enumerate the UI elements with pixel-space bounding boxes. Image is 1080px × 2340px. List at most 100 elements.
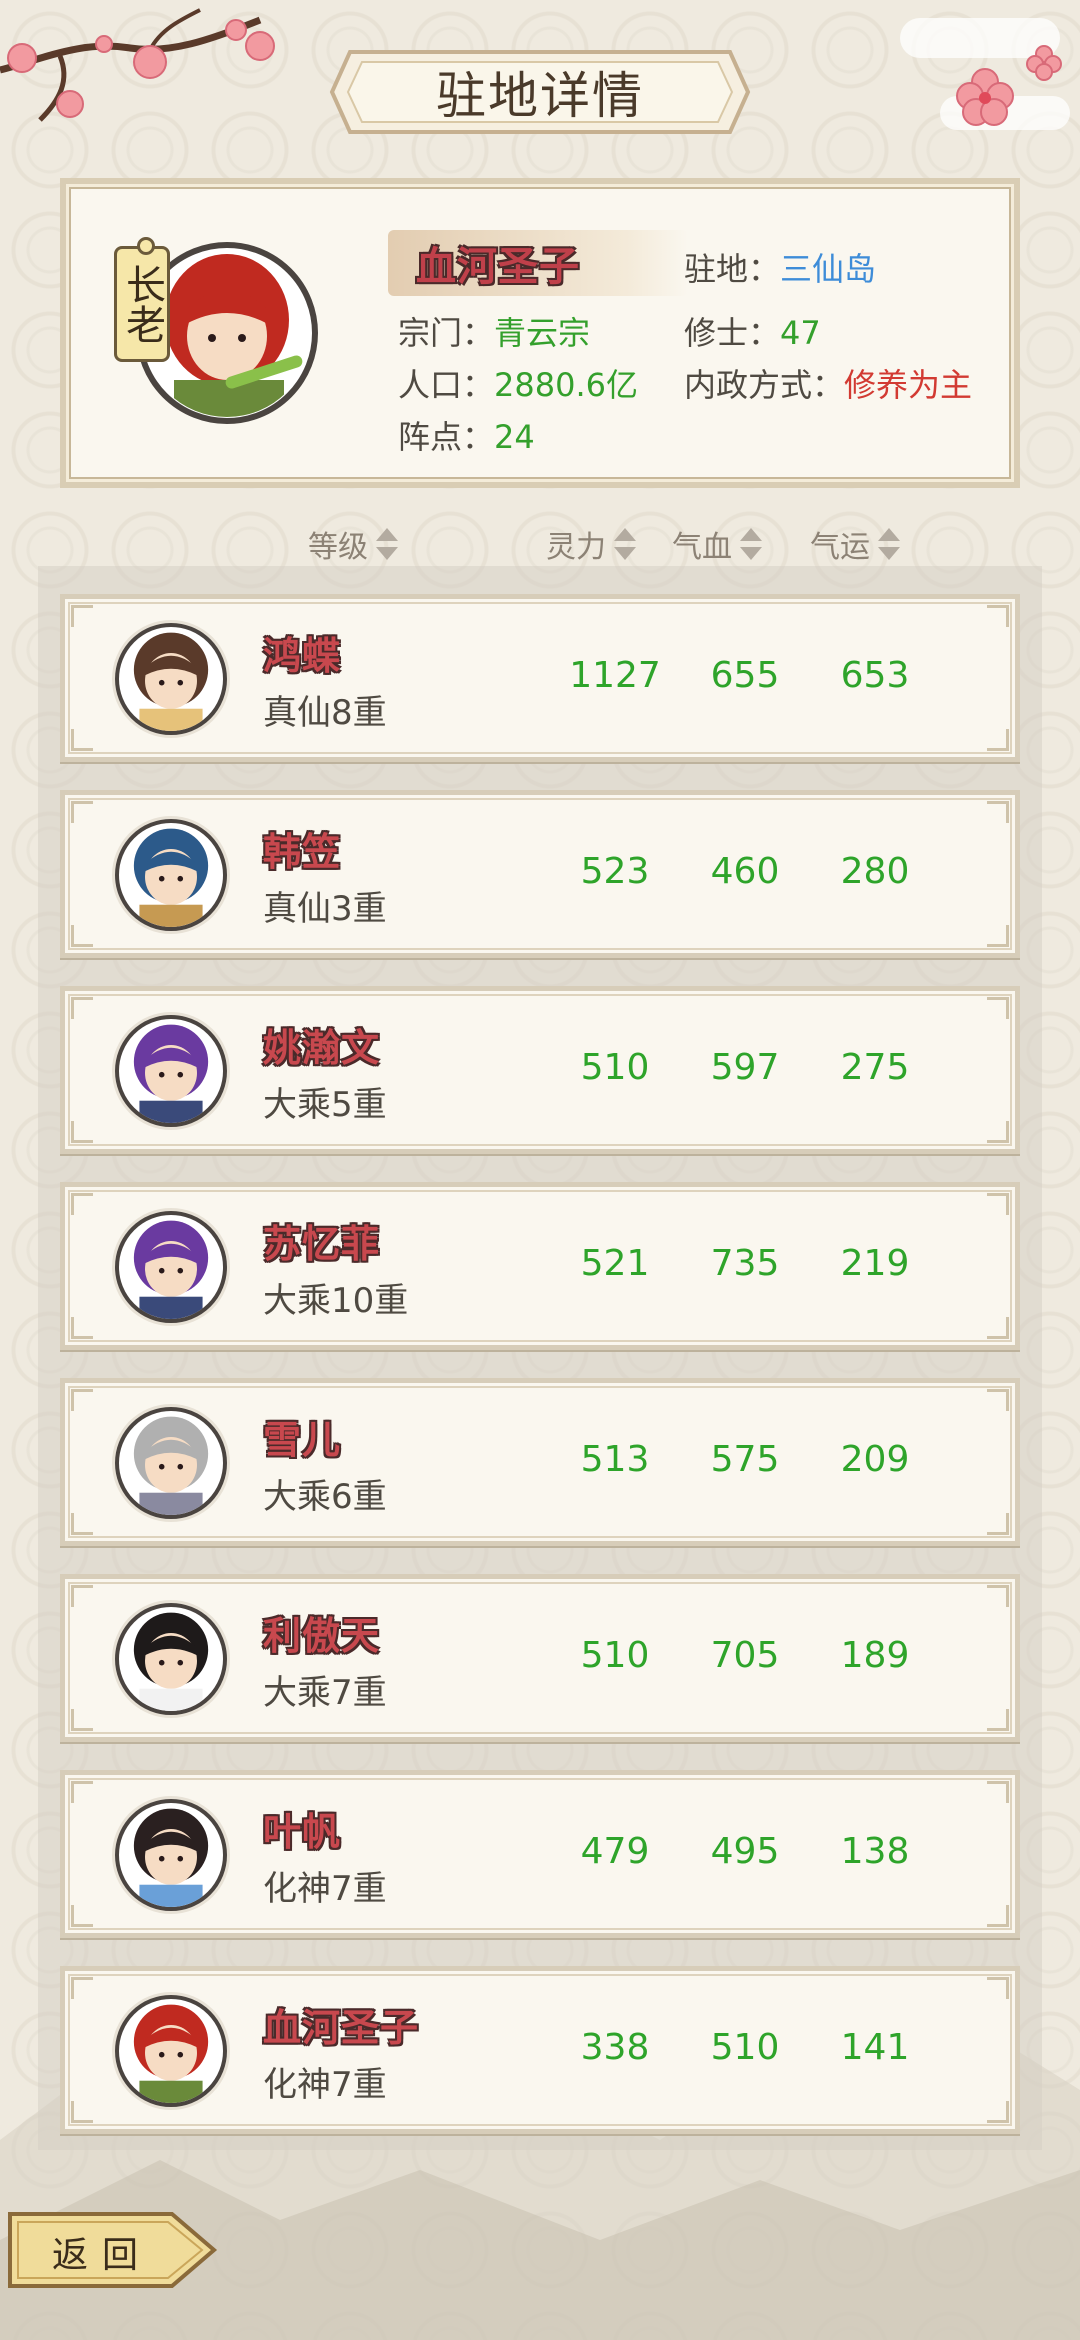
- robe: [139, 1100, 203, 1123]
- frame-corner: [71, 801, 93, 823]
- luck-value: 280: [840, 851, 910, 892]
- frame-corner: [987, 1781, 1009, 1803]
- robe: [139, 1296, 203, 1319]
- sect-row: 宗门：青云宗: [398, 308, 590, 354]
- frame-corner: [987, 1317, 1009, 1339]
- disciple-avatar[interactable]: [115, 1407, 227, 1519]
- disciple-row[interactable]: 姚瀚文 大乘5重 510 597 275: [60, 986, 1020, 1154]
- formation-value: 24: [494, 418, 535, 456]
- robe: [139, 1884, 203, 1907]
- blood-value: 655: [710, 655, 780, 696]
- robe: [139, 708, 203, 731]
- disciple-avatar[interactable]: [115, 623, 227, 735]
- policy-value[interactable]: 修养为主: [844, 366, 972, 404]
- disciple-rank: 化神7重: [263, 1869, 387, 1909]
- disciple-rank: 大乘7重: [263, 1673, 387, 1713]
- location-row: 驻地：三仙岛: [684, 244, 876, 290]
- cultivators-label: 修士：: [684, 314, 781, 352]
- frame-corner: [71, 1905, 93, 1927]
- robe: [139, 1492, 203, 1515]
- character-portrait: [133, 632, 209, 731]
- sort-by-blood[interactable]: 气血: [672, 522, 762, 566]
- blood-value: 705: [710, 1635, 780, 1676]
- population-value: 2880.6亿: [494, 366, 638, 404]
- blood-value: 495: [710, 1831, 780, 1872]
- disciple-avatar[interactable]: [115, 1995, 227, 2107]
- frame-corner: [71, 1977, 93, 1999]
- disciple-avatar[interactable]: [115, 1015, 227, 1127]
- disciple-rank: 大乘5重: [263, 1085, 387, 1125]
- frame-corner: [987, 605, 1009, 627]
- frame-corner: [987, 1977, 1009, 1999]
- blood-header-label: 气血: [672, 530, 732, 565]
- formation-row: 阵点：24: [398, 412, 535, 458]
- disciple-row[interactable]: 血河圣子 化神7重 338 510 141: [60, 1966, 1020, 2134]
- disciple-name: 血河圣子: [263, 2006, 420, 2050]
- elder-badge: 长老: [114, 237, 170, 362]
- spirit-value: 523: [580, 851, 650, 892]
- frame-corner: [71, 1585, 93, 1607]
- disciple-row[interactable]: 利傲天 大乘7重 510 705 189: [60, 1574, 1020, 1742]
- disciple-name: 鸿蝶: [263, 634, 342, 678]
- luck-value: 275: [840, 1047, 910, 1088]
- spirit-value: 510: [580, 1635, 650, 1676]
- population-label: 人口：: [398, 366, 495, 404]
- sect-label: 宗门：: [398, 314, 495, 352]
- robe: [139, 904, 203, 927]
- luck-value: 219: [840, 1243, 910, 1284]
- disciple-row[interactable]: 叶帆 化神7重 479 495 138: [60, 1770, 1020, 1938]
- frame-corner: [71, 1709, 93, 1731]
- frame-corner: [987, 997, 1009, 1019]
- disciple-row[interactable]: 苏忆菲 大乘10重 521 735 219: [60, 1182, 1020, 1350]
- frame-corner: [71, 605, 93, 627]
- frame-corner: [71, 1389, 93, 1411]
- character-portrait: [133, 828, 209, 927]
- disciple-row[interactable]: 韩笠 真仙3重 523 460 280: [60, 790, 1020, 958]
- frame-corner: [987, 1389, 1009, 1411]
- disciple-rank: 化神7重: [263, 2065, 387, 2105]
- blood-value: 460: [710, 851, 780, 892]
- location-value[interactable]: 三仙岛: [780, 250, 876, 288]
- disciple-row[interactable]: 雪儿 大乘6重 513 575 209: [60, 1378, 1020, 1546]
- spirit-value: 510: [580, 1047, 650, 1088]
- spirit-value: 513: [580, 1439, 650, 1480]
- frame-corner: [71, 1121, 93, 1143]
- sort-by-spirit[interactable]: 灵力: [546, 522, 636, 566]
- frame-corner: [987, 1585, 1009, 1607]
- spirit-value: 521: [580, 1243, 650, 1284]
- back-button-label: 返回: [52, 2235, 153, 2276]
- character-portrait: [133, 1808, 209, 1907]
- frame-corner: [987, 1513, 1009, 1535]
- blossom-decoration: [956, 68, 1014, 126]
- blood-value: 597: [710, 1047, 780, 1088]
- luck-value: 189: [840, 1635, 910, 1676]
- list-header: 等级 灵力 气血 气运: [0, 512, 1080, 572]
- frame-corner: [71, 729, 93, 751]
- disciple-avatar[interactable]: [115, 1211, 227, 1323]
- disciple-avatar[interactable]: [115, 819, 227, 931]
- sort-by-rank[interactable]: 等级: [308, 522, 398, 566]
- frame-corner: [987, 801, 1009, 823]
- sort-by-luck[interactable]: 气运: [810, 522, 900, 566]
- back-button[interactable]: 返回: [4, 2208, 220, 2292]
- spirit-value: 479: [580, 1831, 650, 1872]
- disciple-row[interactable]: 鸿蝶 真仙8重 1127 655 653: [60, 594, 1020, 762]
- frame-corner: [71, 2101, 93, 2123]
- luck-value: 138: [840, 1831, 910, 1872]
- robe: [139, 1688, 203, 1711]
- luck-header-label: 气运: [810, 530, 870, 565]
- cultivators-value: 47: [780, 314, 821, 352]
- disciple-avatar[interactable]: [115, 1799, 227, 1911]
- frame-corner: [71, 1193, 93, 1215]
- title-banner: 驻地详情: [328, 44, 752, 140]
- spirit-value: 338: [580, 2027, 650, 2068]
- population-row: 人口：2880.6亿: [398, 360, 638, 406]
- disciple-rank: 大乘10重: [263, 1281, 409, 1321]
- disciple-name: 韩笠: [263, 830, 342, 874]
- spirit-header-label: 灵力: [546, 530, 606, 565]
- disciple-avatar[interactable]: [115, 1603, 227, 1715]
- frame-corner: [987, 729, 1009, 751]
- frame-corner: [987, 1193, 1009, 1215]
- frame-corner: [71, 1317, 93, 1339]
- luck-value: 209: [840, 1439, 910, 1480]
